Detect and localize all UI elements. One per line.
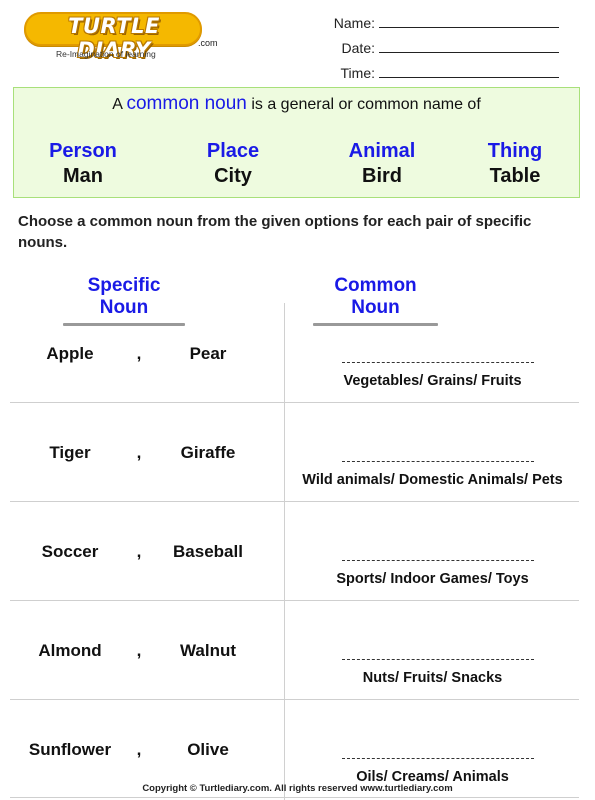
time-blank-line[interactable] (379, 64, 559, 78)
category-thing: Thing Table (460, 140, 570, 188)
logo-tagline: Re-Imagination of learning (56, 49, 156, 59)
definition-box: A common noun is a general or common nam… (13, 87, 580, 198)
table-row: Apple , Pear Vegetables/ Grains/ Fruits (10, 304, 579, 403)
date-label: Date: (341, 40, 375, 56)
specific-noun-1: Sunflower (28, 740, 112, 759)
category-label: Thing (487, 140, 543, 162)
time-field: Time: (294, 56, 559, 81)
category-person: Person Man (28, 140, 138, 188)
definition-suffix: is a general or common name of (251, 96, 481, 113)
name-blank-line[interactable] (379, 14, 559, 28)
table-row: Tiger , Giraffe Wild animals/ Domestic A… (10, 403, 579, 502)
specific-noun-2: Baseball (173, 542, 243, 561)
student-info-fields: Name: Date: Time: (294, 6, 559, 81)
table-row: Soccer , Baseball Sports/ Indoor Games/ … (10, 502, 579, 601)
specific-noun-2: Walnut (179, 641, 237, 660)
category-example: City (214, 165, 252, 187)
turtle-diary-logo: TURTLE DIARY .com Re-Imagination of lear… (20, 8, 218, 62)
category-label: Animal (348, 140, 416, 162)
specific-noun-1: Soccer (41, 542, 99, 561)
category-label: Person (49, 140, 117, 162)
specific-noun-2: Giraffe (180, 443, 236, 462)
answer-blank[interactable] (342, 659, 534, 660)
name-field: Name: (294, 6, 559, 31)
category-place: Place City (178, 140, 288, 188)
definition-prefix: A (112, 96, 123, 113)
category-example: Bird (362, 165, 402, 187)
separator: , (136, 344, 142, 363)
instructions: Choose a common noun from the given opti… (18, 213, 532, 251)
answer-options: Nuts/ Fruits/ Snacks (362, 670, 503, 686)
definition-sentence: A common noun is a general or common nam… (14, 93, 579, 115)
category-animal: Animal Bird (327, 140, 437, 188)
answer-blank[interactable] (342, 461, 534, 462)
date-field: Date: (294, 31, 559, 56)
specific-noun-1: Almond (38, 641, 102, 660)
answer-blank[interactable] (342, 560, 534, 561)
separator: , (136, 443, 142, 462)
specific-noun-2: Pear (189, 344, 227, 363)
separator: , (136, 740, 142, 759)
specific-noun-2: Olive (187, 740, 229, 759)
answer-options: Wild animals/ Domestic Animals/ Pets (302, 472, 563, 488)
name-label: Name: (333, 15, 375, 31)
separator: , (136, 641, 142, 660)
date-blank-line[interactable] (379, 39, 559, 53)
table-row: Almond , Walnut Nuts/ Fruits/ Snacks (10, 601, 579, 700)
bottom-divider (10, 797, 579, 798)
specific-noun-1: Apple (46, 344, 94, 363)
time-label: Time: (340, 65, 375, 81)
definition-highlight: common noun (126, 93, 247, 114)
copyright-footer: Copyright © Turtlediary.com. All rights … (142, 783, 453, 794)
answer-options: Vegetables/ Grains/ Fruits (343, 373, 522, 389)
category-example: Table (489, 165, 541, 187)
category-example: Man (63, 165, 103, 187)
answer-blank[interactable] (342, 362, 534, 363)
answer-blank[interactable] (342, 758, 534, 759)
separator: , (136, 542, 142, 561)
specific-noun-1: Tiger (49, 443, 91, 462)
logo-domain-suffix: .com (198, 38, 218, 48)
category-label: Place (206, 140, 260, 162)
answer-options: Sports/ Indoor Games/ Toys (336, 571, 529, 587)
